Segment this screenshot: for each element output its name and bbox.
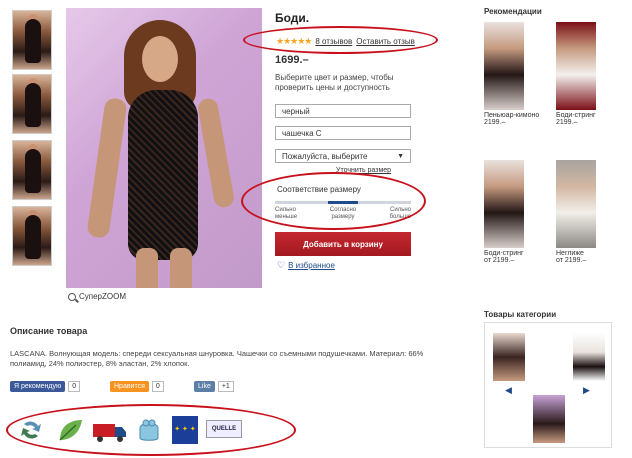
category-product-image[interactable] [493, 333, 525, 381]
description-text: LASCANA. Волнующая модель: спереди сексу… [10, 349, 424, 368]
thumbnail-2[interactable] [12, 74, 52, 134]
recommendation-price: от 2199.– [556, 257, 587, 264]
eu-flag-icon: ✦ ✦ ✦ [172, 416, 198, 444]
delivery-truck-icon [92, 416, 128, 444]
highlight-ellipse-rating [243, 26, 438, 54]
recommendation-image[interactable] [484, 160, 524, 248]
recommendation-item[interactable]: Пеньюар-кимоно 2199.– [484, 22, 539, 126]
chevron-down-icon: ▼ [397, 152, 404, 160]
category-product-image[interactable] [573, 333, 605, 381]
recommendations-title: Рекомендации [484, 7, 542, 16]
recommendation-item[interactable]: Неглиже от 2199.– [556, 160, 610, 264]
super-zoom-label: СуперZOOM [79, 292, 127, 301]
recommendation-image[interactable] [484, 22, 524, 110]
wishlist-link[interactable]: ♡ В избранное [277, 260, 335, 271]
product-main-image[interactable] [66, 8, 262, 288]
recommendation-price: 2199.– [556, 119, 578, 126]
facebook-recommend-button[interactable]: Я рекомендую [10, 380, 66, 392]
category-products-title: Товары категории [484, 310, 557, 319]
recommendation-name[interactable]: Неглиже [556, 250, 610, 257]
size-select[interactable]: Пожалуйста, выберите ▼ [275, 149, 411, 163]
thumbnail-3[interactable] [12, 140, 52, 200]
facebook-share[interactable]: Я рекомендую 0 [10, 380, 81, 392]
recommendation-name[interactable]: Боди-стринг [484, 250, 538, 257]
thumbnail-1[interactable] [12, 10, 52, 70]
odnoklassniki-share[interactable]: Нравится 0 [110, 380, 164, 392]
recommendation-image[interactable] [556, 22, 596, 110]
description-title: Описание товара [10, 326, 88, 336]
carousel-next-icon[interactable]: ▶ [583, 385, 590, 396]
recommendation-price: 2199.– [484, 119, 506, 126]
add-to-cart-button[interactable]: Добавить в корзину [275, 232, 411, 256]
recommendation-price: от 2199.– [484, 257, 515, 264]
recommendation-image[interactable] [556, 160, 596, 248]
odnoklassniki-count: 0 [151, 380, 164, 392]
wishlist-label: В избранное [288, 261, 335, 270]
super-zoom-link[interactable]: СуперZOOM [68, 292, 126, 301]
thumbnail-4[interactable] [12, 206, 52, 266]
odnoklassniki-like-button[interactable]: Нравится [110, 380, 149, 392]
recommendation-name[interactable]: Боди-стринг [556, 112, 610, 119]
product-price: 1699.– [275, 54, 309, 66]
size-select-value: Пожалуйста, выберите [282, 151, 368, 161]
recycle-arrows-icon [18, 416, 44, 444]
recommendation-item[interactable]: Боди-стринг 2199.– [556, 22, 610, 126]
wallet-icon [136, 416, 162, 444]
color-field[interactable]: черный [275, 104, 411, 118]
heart-icon: ♡ [277, 260, 286, 270]
magnifier-icon [68, 292, 76, 301]
recommendation-item[interactable]: Боди-стринг от 2199.– [484, 160, 538, 264]
quelle-logo: QUELLE [206, 420, 242, 438]
facebook-count: 0 [68, 380, 81, 392]
eco-leaf-icon [56, 416, 84, 444]
category-product-image[interactable] [533, 395, 565, 443]
vk-share[interactable]: Like +1 [194, 380, 234, 392]
highlight-ellipse-size-fit [241, 172, 426, 230]
carousel-prev-icon[interactable]: ◀ [505, 385, 512, 396]
selection-hint: Выберите цвет и размер, чтобы проверить … [275, 73, 394, 92]
recommendation-name[interactable]: Пеньюар-кимоно [484, 112, 539, 119]
category-carousel: ◀ ▶ [484, 322, 612, 448]
cup-size-field[interactable]: чашечка С [275, 126, 411, 140]
vk-like-button[interactable]: Like [194, 380, 215, 392]
product-title: Боди. [275, 11, 310, 25]
vk-count: +1 [217, 380, 234, 392]
